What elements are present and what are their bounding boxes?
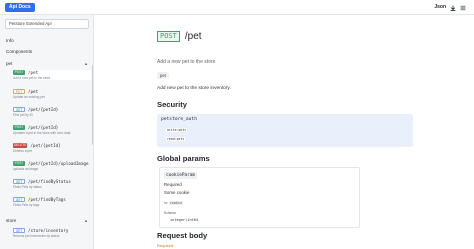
- op-path: /pet/findByTags: [28, 197, 66, 202]
- top-bar: Api Docs Json: [0, 0, 474, 15]
- sidebar-op[interactable]: POST/pet Add a new pet to the store: [13, 70, 91, 80]
- param-required: Required: [164, 182, 182, 187]
- security-scheme-name: petstore_auth: [161, 117, 197, 122]
- op-desc: Updates a pet in the store with form dat…: [13, 131, 71, 135]
- op-desc: Add a new pet to the store: [13, 76, 51, 80]
- op-desc: Finds Pets by status: [13, 185, 42, 189]
- op-path: /pet: [28, 89, 39, 94]
- op-path: /pet/findByStatus: [28, 179, 71, 184]
- sidebar-op[interactable]: PUT/pet Update an existing pet: [13, 89, 91, 99]
- param-type: integer(int64: [170, 218, 199, 222]
- op-path: /pet/{petId}: [30, 143, 61, 148]
- op-desc: Update an existing pet: [13, 95, 45, 99]
- main-content: POST /pet Add a new pet to the store pet…: [95, 15, 474, 249]
- sidebar-op[interactable]: GET/pet/findByStatus Finds Pets by statu…: [13, 179, 91, 189]
- param-in-value: cookie: [168, 201, 183, 205]
- group-label: pet: [6, 61, 13, 66]
- sidebar-op[interactable]: POST/pet/{petId}/uploadImage uploads an …: [13, 161, 91, 171]
- op-desc: uploads an image: [13, 167, 39, 171]
- sidebar: Petstore Extended Api Info Components pe…: [0, 15, 94, 249]
- sidebar-op[interactable]: GET/store/inventory Returns pet inventor…: [13, 228, 91, 238]
- sidebar-item-info[interactable]: Info: [6, 38, 14, 43]
- method-badge: DELETE: [13, 143, 28, 148]
- operation-description: Add new pet to the store inventory.: [157, 86, 231, 91]
- sidebar-op[interactable]: GET/pet/{petId} Find pet by ID: [13, 107, 91, 117]
- top-right-controls: Json: [434, 3, 466, 12]
- group-label: store: [6, 218, 17, 223]
- api-docs-logo[interactable]: Api Docs: [5, 3, 35, 12]
- chevron-up-icon: ▲: [84, 61, 88, 66]
- security-scope: read:pets: [166, 137, 186, 141]
- global-params-heading: Global params: [157, 154, 210, 163]
- op-desc: Returns pet inventories by status: [13, 234, 60, 238]
- download-icon[interactable]: [450, 5, 456, 11]
- sidebar-item-components[interactable]: Components: [6, 49, 32, 54]
- chevron-up-icon: ▲: [84, 218, 88, 223]
- op-path: /pet/{petId}/uploadImage: [28, 161, 89, 166]
- method-badge: GET: [13, 228, 25, 233]
- api-select[interactable]: Petstore Extended Api: [5, 19, 89, 29]
- method-badge: POST: [13, 161, 25, 166]
- sidebar-op[interactable]: POST/pet/{petId} Updates a pet in the st…: [13, 125, 91, 135]
- title-path: /pet: [184, 31, 202, 42]
- method-badge: GET: [13, 197, 25, 202]
- op-path: /pet/{petId}: [28, 125, 59, 130]
- method-badge: POST: [13, 70, 25, 75]
- tag-chip[interactable]: pet: [157, 72, 169, 79]
- format-selector[interactable]: Json: [434, 3, 446, 12]
- op-desc: Deletes a pet: [13, 149, 32, 153]
- menu-icon[interactable]: [460, 5, 466, 11]
- security-scope: write:pets: [166, 128, 188, 132]
- sidebar-group-store[interactable]: store ▲: [6, 218, 88, 223]
- param-in-label: In:: [164, 201, 168, 205]
- method-badge: GET: [13, 107, 25, 112]
- operation-summary: Add a new pet to the store: [157, 59, 216, 65]
- title-method-badge: POST: [157, 31, 180, 42]
- param-name: cookieParam: [164, 172, 198, 179]
- method-badge: GET: [13, 179, 25, 184]
- op-path: /pet: [28, 70, 39, 75]
- sidebar-op[interactable]: GET/pet/findByTags Finds Pets by tags: [13, 197, 91, 207]
- request-body-required: Required: [157, 243, 174, 248]
- schema-label: Schema: [164, 211, 176, 215]
- op-path: /pet/{petId}: [28, 107, 59, 112]
- op-desc: Finds Pets by tags: [13, 203, 40, 207]
- security-card: petstore_auth write:pets read:pets: [157, 114, 413, 147]
- op-desc: Find pet by ID: [13, 113, 33, 117]
- sidebar-op[interactable]: DELETE/pet/{petId} Deletes a pet: [13, 143, 91, 153]
- request-body-heading: Request body: [157, 231, 208, 240]
- param-card: cookieParam Required Some cookie In: coo…: [159, 167, 360, 228]
- security-heading: Security: [157, 100, 187, 109]
- sidebar-scrollbar[interactable]: [92, 65, 93, 145]
- method-badge: POST: [13, 125, 25, 130]
- operation-title: POST /pet: [157, 31, 202, 42]
- op-path: /store/inventory: [28, 228, 69, 233]
- sidebar-group-pet[interactable]: pet ▲: [6, 61, 88, 66]
- method-badge: PUT: [13, 89, 25, 94]
- param-in: In: cookie: [164, 201, 183, 205]
- param-description: Some cookie: [164, 190, 190, 195]
